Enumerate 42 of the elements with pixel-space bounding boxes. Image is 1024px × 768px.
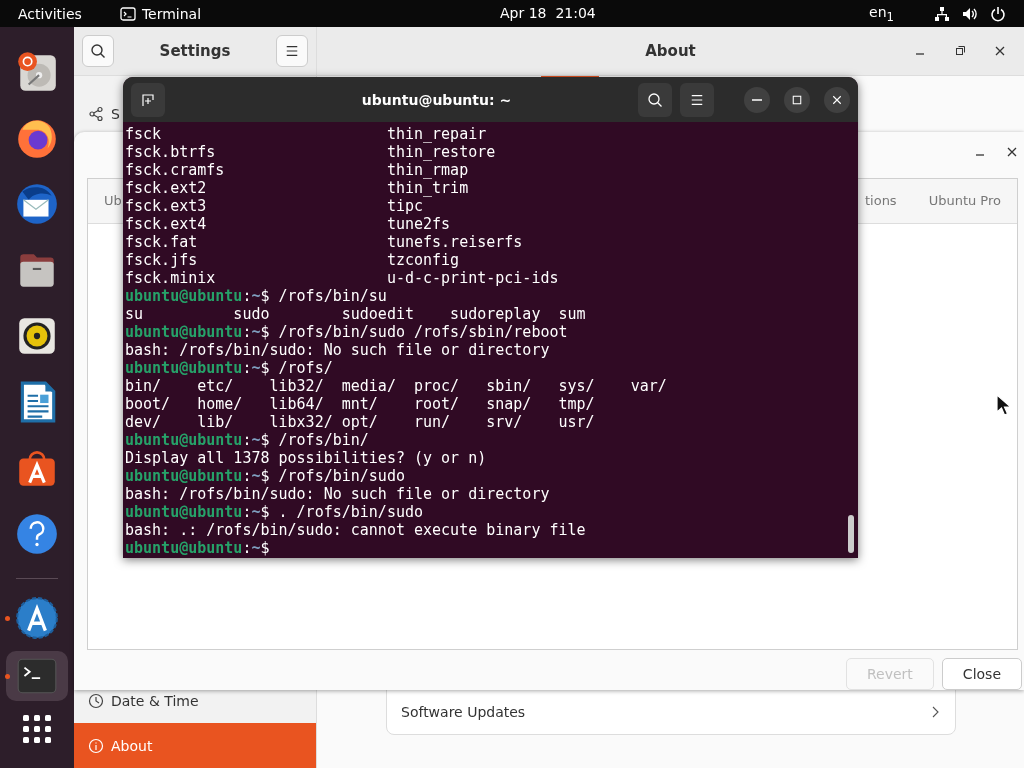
prompt-path: :~ (242, 431, 261, 449)
prompt-path: :~ (242, 287, 261, 305)
command-text: $ . /rofs/bin/sudo (260, 503, 424, 521)
command-text: $ /rofs/bin/su (260, 287, 387, 305)
terminal-output: fsck.ext3 tipc (125, 197, 424, 215)
terminal-output: fsck thin_repair (125, 125, 488, 143)
sidebar-title: Settings (159, 42, 231, 60)
terminal-output: fsck.ext2 thin_trim (125, 179, 470, 197)
terminal-output: boot/ home/ lib64/ mnt/ root/ snap/ tmp/ (125, 395, 596, 413)
command-text: $ /rofs/bin/sudo /rofs/sbin/reboot (260, 323, 568, 341)
terminal-output: dev/ lib/ libx32/ opt/ run/ srv/ usr/ (125, 413, 596, 431)
prompt-user: ubuntu@ubuntu (125, 467, 243, 485)
terminal-output: Display all 1378 possibilities? (y or n) (125, 449, 488, 467)
terminal-output: su sudo sudoedit sudoreplay sum (125, 305, 587, 323)
prompt-path: :~ (242, 467, 261, 485)
terminal-output: fsck.jfs tzconfig (125, 251, 461, 269)
prompt-user: ubuntu@ubuntu (125, 359, 243, 377)
terminal-output: bash: .: /rofs/bin/sudo: cannot execute binary file (125, 521, 587, 539)
prompt-path: :~ (242, 539, 261, 557)
command-text: $ (260, 539, 270, 557)
command-text: $ /rofs/bin/sudo (260, 467, 405, 485)
terminal-output: fsck.ext4 tune2fs (125, 215, 452, 233)
prompt-user: ubuntu@ubuntu (125, 323, 243, 341)
prompt-path: :~ (242, 503, 261, 521)
command-text: $ /rofs/ (260, 359, 333, 377)
prompt-path: :~ (242, 359, 261, 377)
terminal-output: bash: /rofs/bin/sudo: No such file or directory (125, 485, 551, 503)
prompt-user: ubuntu@ubuntu (125, 287, 243, 305)
page-title: About (645, 42, 696, 60)
terminal-output: fsck.cramfs thin_rmap (125, 161, 470, 179)
terminal-output: bash: /rofs/bin/sudo: No such file or directory (125, 341, 551, 359)
prompt-user: ubuntu@ubuntu (125, 503, 243, 521)
row-label: Software Updates (401, 704, 526, 720)
prompt-path: :~ (242, 323, 261, 341)
window-title: ubuntu@ubuntu: ~ (360, 91, 513, 108)
terminal-output: fsck.fat tunefs.reiserfs (125, 233, 524, 251)
terminal-output: fsck.minix u-d-c-print-pci-ids (125, 269, 560, 287)
terminal-output: bin/ etc/ lib32/ media/ proc/ sbin/ sys/ var/ (125, 377, 668, 395)
terminal-output: fsck.btrfs thin_restore (125, 143, 497, 161)
command-text: $ /rofs/bin/ (260, 431, 369, 449)
prompt-user: ubuntu@ubuntu (125, 431, 243, 449)
prompt-user: ubuntu@ubuntu (125, 539, 243, 557)
